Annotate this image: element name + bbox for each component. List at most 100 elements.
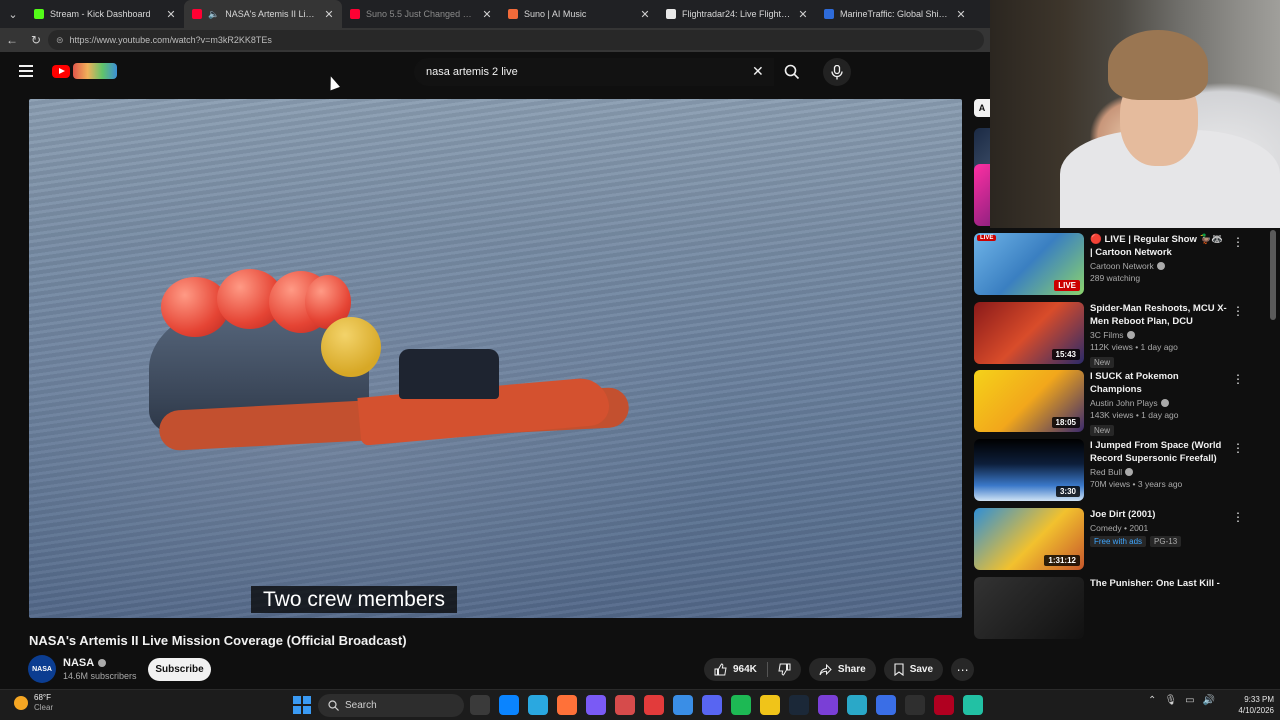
microphone-tray-icon[interactable]: 🎙 [1164, 695, 1177, 706]
video-title[interactable]: Spider-Man Reshoots, MCU X-Men Reboot Pl… [1090, 302, 1228, 328]
start-button[interactable] [293, 696, 311, 714]
tab-list-chevron-icon[interactable]: ⌄ [0, 0, 26, 28]
taskbar-app-icon[interactable] [905, 695, 925, 715]
microphone-icon [831, 64, 843, 79]
browser-tab[interactable]: Suno 5.5 Just Changed Everythin ✕ [342, 0, 500, 28]
site-info-icon[interactable]: ⊜ [56, 35, 64, 46]
video-thumbnail[interactable]: 1:31:12 [974, 508, 1084, 570]
search-icon [784, 64, 800, 80]
search-button[interactable] [776, 60, 808, 84]
tab-close-icon[interactable]: ✕ [482, 8, 492, 21]
recommendation-item[interactable]: 1:31:12 Joe Dirt (2001) Comedy • 2001 Free … [974, 508, 1274, 572]
recommendation-item[interactable]: LIVE LIVE 🔴 LIVE | Regular Show 🦆🦝 | Carto… [974, 233, 1274, 297]
taskbar-app-icon[interactable] [702, 695, 722, 715]
channel-name[interactable]: Austin John Plays [1090, 398, 1228, 408]
channel-name[interactable]: 3C Films [1090, 330, 1228, 340]
channel-name[interactable]: Comedy • 2001 [1090, 523, 1228, 533]
more-actions-button[interactable]: ⋯ [951, 658, 975, 681]
recommendation-item[interactable]: 15:43 Spider-Man Reshoots, MCU X-Men Rebo… [974, 302, 1274, 368]
taskbar-app-icon[interactable] [934, 695, 954, 715]
taskbar-app-icon[interactable] [615, 695, 635, 715]
volume-icon[interactable]: 🔊 [1203, 695, 1215, 706]
taskbar-app-icon[interactable] [789, 695, 809, 715]
browser-tab[interactable]: Flightradar24: Live Flight Tracker ✕ [658, 0, 816, 28]
taskbar-app-icon[interactable] [557, 695, 577, 715]
video-title[interactable]: 🔴 LIVE | Regular Show 🦆🦝 | Cartoon Netwo… [1090, 233, 1228, 259]
channel-name[interactable]: NASA [63, 657, 107, 669]
sidebar-scrollbar[interactable] [1270, 230, 1276, 320]
video-title[interactable]: Joe Dirt (2001) [1090, 508, 1228, 521]
taskbar-app-icon[interactable] [847, 695, 867, 715]
menu-icon[interactable] [19, 65, 33, 77]
more-vertical-icon[interactable]: ⋮ [1232, 304, 1244, 318]
dislike-button[interactable] [768, 658, 801, 681]
taskbar-app-icon[interactable] [586, 695, 606, 715]
youtube-logo[interactable] [52, 63, 117, 79]
weather-widget[interactable]: 68°F Clear [14, 693, 53, 713]
taskbar-app-icon[interactable] [876, 695, 896, 715]
taskbar-app-icon[interactable] [818, 695, 838, 715]
recommendation-item[interactable]: 18:05 I SUCK at Pokemon Champions Austin J… [974, 370, 1274, 436]
tray-chevron-icon[interactable]: ⌃ [1148, 695, 1156, 706]
tab-close-icon[interactable]: ✕ [166, 8, 176, 21]
recommendation-item[interactable]: The Punisher: One Last Kill - [974, 577, 1274, 641]
url-text: https://www.youtube.com/watch?v=m3kR2KK8… [69, 35, 272, 45]
tab-close-icon[interactable]: ✕ [798, 8, 808, 21]
more-vertical-icon[interactable]: ⋮ [1232, 441, 1244, 455]
browser-tab[interactable]: Suno | AI Music ✕ [500, 0, 658, 28]
more-vertical-icon[interactable]: ⋮ [1232, 510, 1244, 524]
search-input[interactable]: nasa artemis 2 live [414, 58, 774, 86]
bookmark-icon [894, 663, 904, 676]
more-vertical-icon[interactable]: ⋮ [1232, 372, 1244, 386]
video-title[interactable]: I SUCK at Pokemon Champions [1090, 370, 1228, 396]
tab-close-icon[interactable]: ✕ [640, 8, 650, 21]
more-vertical-icon[interactable]: ⋮ [1232, 235, 1244, 249]
reload-icon[interactable]: ↻ [24, 28, 48, 52]
video-thumbnail[interactable]: LIVE LIVE [974, 233, 1084, 295]
channel-avatar[interactable]: NASA [28, 655, 56, 683]
tab-close-icon[interactable]: ✕ [324, 8, 334, 21]
browser-tab[interactable]: 🔈 NASA's Artemis II Live Missio ✕ [184, 0, 342, 28]
taskbar-app-icon[interactable] [760, 695, 780, 715]
subscribe-button[interactable]: Subscribe [148, 658, 211, 681]
weather-temp: 68°F [34, 693, 51, 702]
back-arrow-icon[interactable]: ← [0, 28, 24, 52]
channel-name[interactable]: Cartoon Network [1090, 261, 1228, 271]
filter-chip[interactable]: A [974, 99, 990, 117]
taskbar-app-icon[interactable] [528, 695, 548, 715]
save-label: Save [909, 664, 934, 675]
taskbar-app-icon[interactable] [470, 695, 490, 715]
taskbar-search[interactable]: Search [318, 694, 464, 717]
recommendation-item[interactable]: 3:30 I Jumped From Space (World Record Su… [974, 439, 1274, 503]
video-thumbnail[interactable]: 15:43 [974, 302, 1084, 364]
verified-icon [1156, 262, 1165, 270]
taskbar-app-icon[interactable] [644, 695, 664, 715]
tab-audio-icon[interactable]: 🔈 [208, 9, 219, 20]
video-thumbnail[interactable]: 3:30 [974, 439, 1084, 501]
tab-title: MarineTraffic: Global Ship Tracking [840, 9, 950, 19]
browser-tab[interactable]: Stream - Kick Dashboard ✕ [26, 0, 184, 28]
clear-search-icon[interactable]: ✕ [752, 64, 764, 78]
tab-close-icon[interactable]: ✕ [956, 8, 966, 21]
save-button[interactable]: Save [883, 658, 944, 681]
video-player[interactable]: Two crew members [29, 99, 962, 618]
system-clock[interactable]: 9:33 PM 4/10/2026 [1224, 694, 1274, 716]
url-field[interactable]: ⊜ https://www.youtube.com/watch?v=m3kR2K… [48, 30, 984, 50]
like-button[interactable]: 964K [704, 658, 767, 681]
share-button[interactable]: Share [808, 658, 876, 681]
video-title[interactable]: I Jumped From Space (World Record Supers… [1090, 439, 1228, 465]
taskbar-app-icon[interactable] [499, 695, 519, 715]
taskbar-app-icon[interactable] [673, 695, 693, 715]
channel-name[interactable]: Red Bull [1090, 467, 1228, 477]
voice-search-button[interactable] [823, 58, 851, 86]
tab-favicon-icon [192, 9, 202, 19]
video-thumbnail[interactable] [974, 577, 1084, 639]
taskbar-app-icon[interactable] [963, 695, 983, 715]
taskbar-app-icon[interactable] [731, 695, 751, 715]
video-meta: Joe Dirt (2001) Comedy • 2001 Free with ad… [1090, 508, 1228, 547]
subscriber-count: 14.6M subscribers [63, 671, 137, 681]
video-title[interactable]: The Punisher: One Last Kill - [1090, 577, 1228, 590]
network-icon[interactable]: ▭ [1185, 695, 1194, 706]
browser-tab[interactable]: MarineTraffic: Global Ship Tracking ✕ [816, 0, 974, 28]
video-thumbnail[interactable]: 18:05 [974, 370, 1084, 432]
